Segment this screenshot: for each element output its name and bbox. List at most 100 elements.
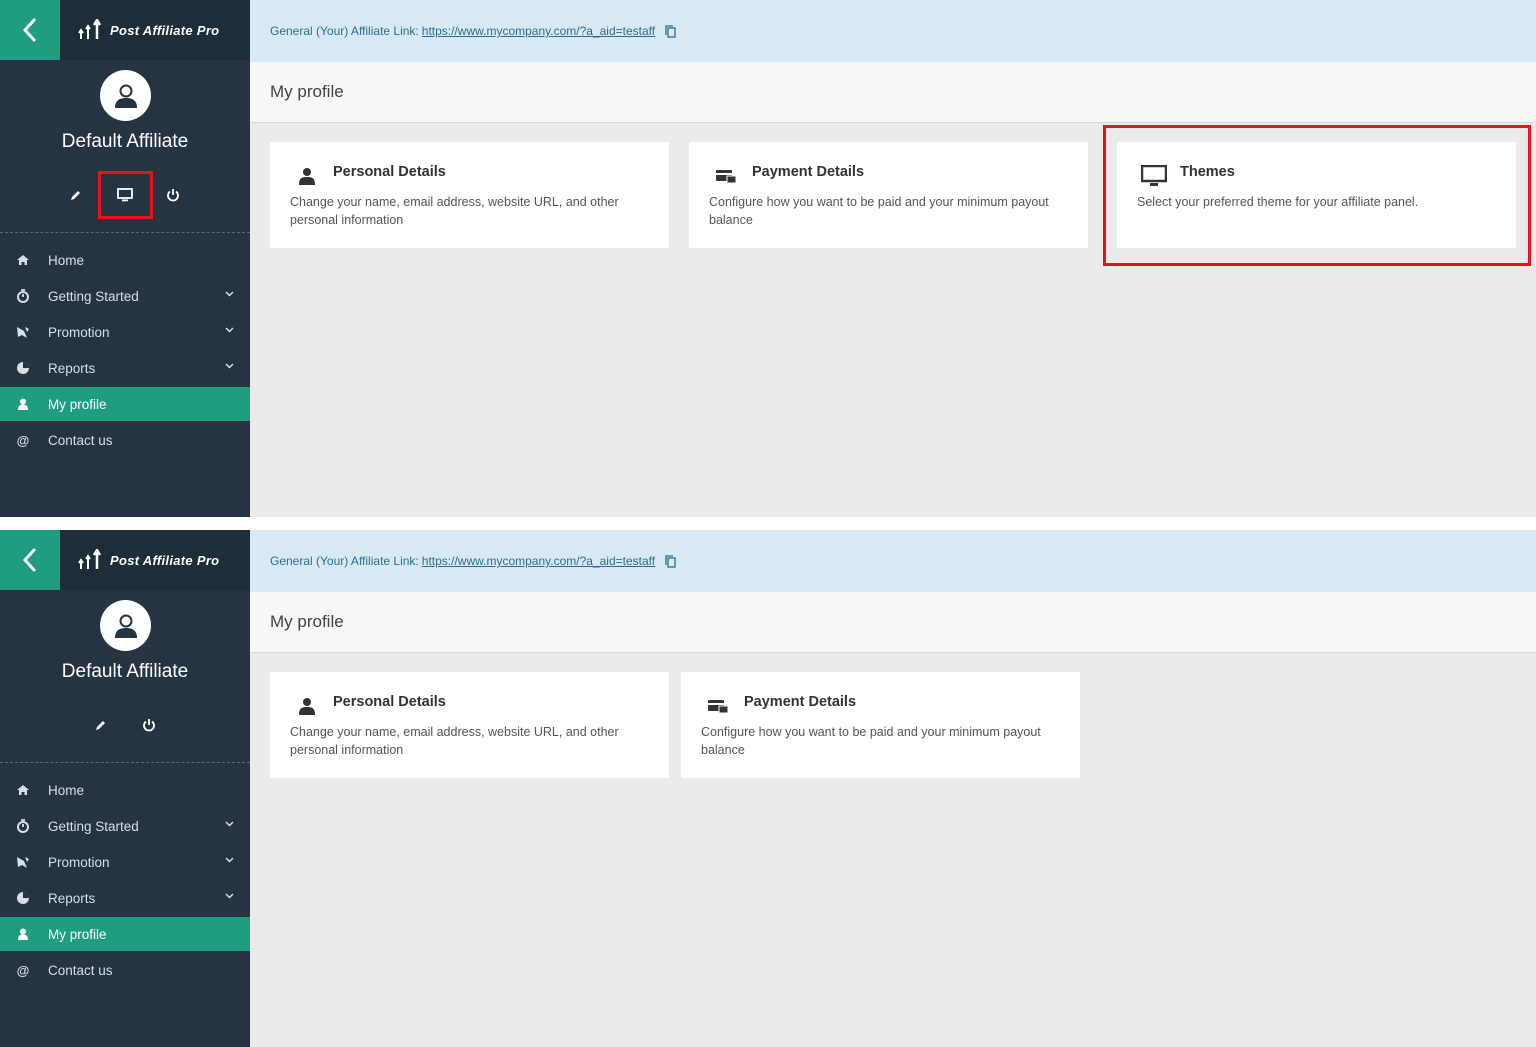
- back-button[interactable]: [0, 530, 60, 590]
- back-button[interactable]: [0, 0, 60, 60]
- chevron-down-icon: [225, 821, 234, 827]
- sidebar-item-getting-started[interactable]: Getting Started: [0, 808, 250, 844]
- logo-text: Post Affiliate Pro: [110, 552, 220, 568]
- sidebar-item-my-profile[interactable]: My profile: [0, 917, 250, 951]
- copy-icon[interactable]: [665, 24, 676, 38]
- themes-button-highlight: [98, 171, 153, 219]
- sidebar-item-label: Getting Started: [48, 288, 139, 304]
- sidebar-item-label: Reports: [48, 360, 96, 376]
- sidebar-item-my-profile[interactable]: My profile: [0, 387, 250, 421]
- page-title: My profile: [250, 592, 1536, 653]
- sidebar-menu: Home Getting Started Promotion Reports M…: [0, 772, 250, 988]
- card-description: Change your name, email address, website…: [290, 725, 619, 757]
- themes-card-highlight: [1103, 125, 1531, 266]
- sidebar: Post Affiliate Pro Default Affiliate Hom…: [0, 530, 250, 1047]
- screenshot-panel-with-themes: Post Affiliate Pro Default Affiliate Hom…: [0, 0, 1536, 517]
- payment-card-icon: [707, 696, 729, 716]
- chevron-down-icon: [225, 291, 234, 297]
- sidebar-item-label: Home: [48, 252, 85, 268]
- card-title: Payment Details: [752, 164, 865, 180]
- home-icon: [15, 782, 31, 798]
- card-description: Change your name, email address, website…: [290, 195, 619, 227]
- sidebar-item-label: Contact us: [48, 962, 113, 978]
- chevron-left-icon: [22, 547, 37, 573]
- sidebar-item-reports[interactable]: Reports: [0, 880, 250, 916]
- card-title: Personal Details: [333, 694, 446, 710]
- avatar: [100, 70, 151, 121]
- user-avatar-icon: [114, 614, 137, 638]
- card-title: Personal Details: [333, 164, 446, 180]
- user-name: Default Affiliate: [61, 661, 189, 682]
- payment-card-icon: [715, 166, 737, 186]
- user-name: Default Affiliate: [61, 131, 189, 152]
- sidebar-item-label: Promotion: [48, 854, 110, 870]
- bullhorn-icon: [15, 854, 31, 870]
- user-avatar-icon: [114, 84, 137, 108]
- sidebar-item-home[interactable]: Home: [0, 242, 250, 278]
- stopwatch-icon: [15, 818, 31, 834]
- at-icon: @: [16, 432, 30, 448]
- power-icon: [143, 719, 155, 732]
- personal-details-card[interactable]: Personal Details Change your name, email…: [270, 672, 669, 778]
- affiliate-link-label: General (Your) Affiliate Link:: [270, 24, 419, 38]
- main-content: General (Your) Affiliate Link: https://w…: [250, 530, 1536, 1047]
- pencil-icon: [96, 721, 105, 730]
- sidebar-item-getting-started[interactable]: Getting Started: [0, 278, 250, 314]
- chevron-down-icon: [225, 857, 234, 863]
- page-title: My profile: [250, 62, 1536, 123]
- affiliate-link-bar: General (Your) Affiliate Link: https://w…: [250, 0, 1536, 62]
- user-icon: [296, 696, 318, 716]
- card-description: Configure how you want to be paid and yo…: [701, 725, 1041, 757]
- sidebar-divider: [0, 232, 250, 233]
- power-icon: [167, 189, 179, 202]
- pie-chart-icon: [15, 890, 31, 906]
- user-tools: [86, 710, 164, 740]
- pencil-icon: [71, 191, 80, 200]
- sidebar-divider: [0, 762, 250, 763]
- card-title: Payment Details: [744, 694, 857, 710]
- home-icon: [15, 252, 31, 268]
- logo-text: Post Affiliate Pro: [110, 22, 220, 38]
- logo-arrows-icon: [78, 549, 102, 569]
- payment-details-card[interactable]: Payment Details Configure how you want t…: [681, 672, 1080, 778]
- affiliate-link[interactable]: https://www.mycompany.com/?a_aid=testaff: [422, 24, 655, 38]
- edit-profile-button[interactable]: [61, 180, 91, 210]
- at-icon: @: [16, 962, 30, 978]
- stopwatch-icon: [15, 288, 31, 304]
- sidebar-item-label: Reports: [48, 890, 96, 906]
- chevron-down-icon: [225, 327, 234, 333]
- payment-details-card[interactable]: Payment Details Configure how you want t…: [689, 142, 1088, 248]
- sidebar-item-contact-us[interactable]: @ Contact us: [0, 952, 250, 988]
- logout-button[interactable]: [134, 710, 164, 740]
- user-icon: [15, 926, 31, 942]
- sidebar-item-promotion[interactable]: Promotion: [0, 314, 250, 350]
- logout-button[interactable]: [158, 180, 188, 210]
- sidebar-item-promotion[interactable]: Promotion: [0, 844, 250, 880]
- sidebar-item-label: Contact us: [48, 432, 113, 448]
- sidebar-item-contact-us[interactable]: @ Contact us: [0, 422, 250, 458]
- affiliate-link[interactable]: https://www.mycompany.com/?a_aid=testaff: [422, 554, 655, 568]
- user-icon: [15, 396, 31, 412]
- sidebar-menu: Home Getting Started Promotion Reports M…: [0, 242, 250, 458]
- app-logo: Post Affiliate Pro: [60, 530, 250, 590]
- edit-profile-button[interactable]: [86, 710, 116, 740]
- sidebar-item-reports[interactable]: Reports: [0, 350, 250, 386]
- chevron-down-icon: [225, 363, 234, 369]
- pie-chart-icon: [15, 360, 31, 376]
- affiliate-link-label: General (Your) Affiliate Link:: [270, 554, 419, 568]
- sidebar-item-label: Getting Started: [48, 818, 139, 834]
- logo-arrows-icon: [78, 19, 102, 39]
- sidebar-item-label: My profile: [48, 396, 107, 412]
- sidebar-item-label: My profile: [48, 926, 107, 942]
- app-logo: Post Affiliate Pro: [60, 0, 250, 60]
- sidebar-item-label: Home: [48, 782, 85, 798]
- avatar: [100, 600, 151, 651]
- screenshot-panel-without-themes: Post Affiliate Pro Default Affiliate Hom…: [0, 530, 1536, 1047]
- copy-icon[interactable]: [665, 554, 676, 568]
- sidebar: Post Affiliate Pro Default Affiliate Hom…: [0, 0, 250, 517]
- affiliate-link-bar: General (Your) Affiliate Link: https://w…: [250, 530, 1536, 592]
- user-icon: [296, 166, 318, 186]
- personal-details-card[interactable]: Personal Details Change your name, email…: [270, 142, 669, 248]
- chevron-down-icon: [225, 893, 234, 899]
- sidebar-item-home[interactable]: Home: [0, 772, 250, 808]
